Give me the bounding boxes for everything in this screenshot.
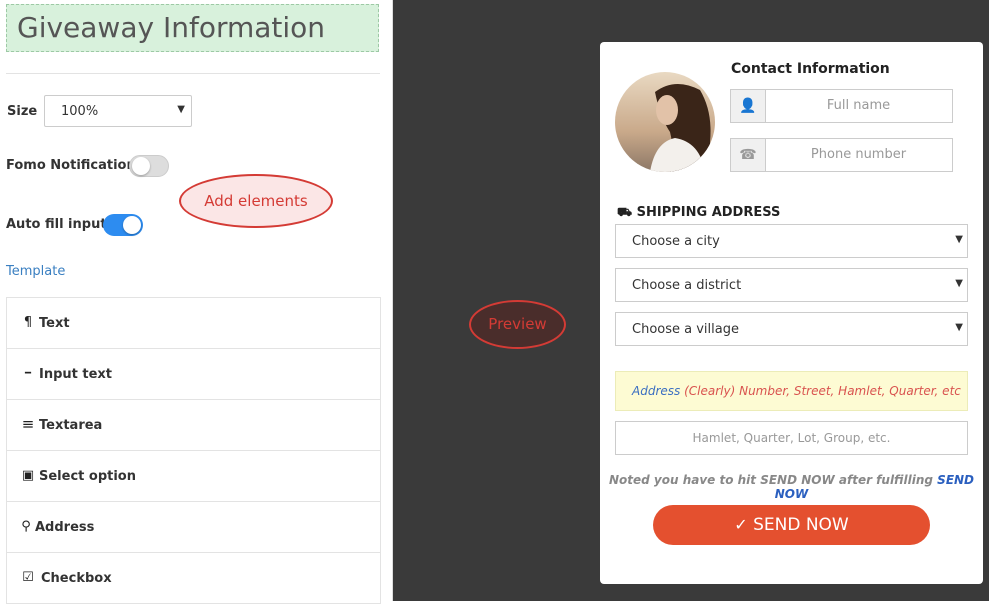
user-icon: 👤	[731, 90, 766, 122]
fullname-field[interactable]: 👤 Full name	[730, 89, 953, 123]
chevron-down-icon: ▼	[955, 234, 963, 245]
phone-field[interactable]: ☎ Phone number	[730, 138, 953, 172]
editor-panel: Giveaway Information Size 100% ▼ Fomo No…	[0, 0, 393, 604]
chevron-down-icon: ▼	[955, 322, 963, 333]
form-title-box[interactable]: Giveaway Information	[6, 4, 379, 52]
element-item-text[interactable]: ¶ Text	[7, 298, 380, 349]
annotation-text: Add elements	[204, 192, 308, 210]
dropdown-box-icon: ▣	[21, 468, 35, 483]
send-note-text: Noted you have to hit SEND NOW after ful…	[608, 473, 933, 487]
template-link[interactable]: Template	[6, 264, 65, 279]
phone-placeholder: Phone number	[810, 147, 907, 162]
divider	[6, 73, 380, 74]
size-label: Size	[7, 104, 38, 119]
address-placeholder: Hamlet, Quarter, Lot, Group, etc.	[692, 431, 891, 445]
size-value: 100%	[61, 104, 99, 119]
form-title: Giveaway Information	[17, 11, 326, 44]
align-left-icon: ≡	[21, 415, 35, 433]
toggle-knob	[132, 157, 150, 175]
village-value: Choose a village	[632, 322, 739, 337]
contact-title: Contact Information	[731, 61, 890, 77]
element-item-textarea[interactable]: ≡ Textarea	[7, 400, 380, 451]
send-now-label: SEND NOW	[753, 515, 849, 535]
send-note: Noted you have to hit SEND NOW after ful…	[600, 473, 983, 501]
element-item-address[interactable]: ⚲ Address	[7, 502, 380, 553]
preview-annotation: Preview	[469, 300, 566, 349]
chevron-down-icon: ▼	[177, 104, 185, 115]
check-icon: ✓	[734, 515, 748, 534]
fomo-toggle[interactable]	[129, 155, 169, 177]
annotation-text: Preview	[488, 315, 547, 333]
element-label: Input text	[39, 367, 113, 382]
fomo-label: Fomo Notification	[6, 158, 136, 173]
district-select[interactable]: Choose a district ▼	[615, 268, 968, 302]
district-value: Choose a district	[632, 278, 742, 293]
address-hint-text: (Clearly) Number, Street, Hamlet, Quarte…	[684, 384, 961, 398]
minus-icon: ━	[24, 368, 32, 379]
element-label: Text	[39, 316, 70, 331]
paragraph-icon: ¶	[23, 315, 33, 330]
element-list: ¶ Text ━ Input text ≡ Textarea ▣ Select …	[6, 297, 381, 604]
element-label: Select option	[39, 469, 136, 484]
avatar	[615, 72, 715, 172]
element-label: Checkbox	[41, 571, 112, 586]
phone-icon: ☎	[731, 139, 766, 171]
add-elements-annotation: Add elements	[179, 174, 333, 228]
fullname-placeholder: Full name	[826, 98, 891, 113]
send-now-button[interactable]: ✓ SEND NOW	[653, 505, 930, 545]
truck-icon: ⛟	[617, 205, 633, 219]
toggle-knob	[123, 216, 141, 234]
element-item-checkbox[interactable]: ☑ Checkbox	[7, 553, 380, 604]
city-value: Choose a city	[632, 234, 720, 249]
autofill-toggle[interactable]	[103, 214, 143, 236]
address-hint: Address (Clearly) Number, Street, Hamlet…	[632, 384, 961, 398]
checkbox-icon: ☑	[22, 570, 34, 585]
autofill-label: Auto fill input	[6, 217, 107, 232]
size-select[interactable]: 100% ▼	[44, 95, 192, 127]
element-item-input-text[interactable]: ━ Input text	[7, 349, 380, 400]
village-select[interactable]: Choose a village ▼	[615, 312, 968, 346]
element-label: Address	[35, 520, 95, 535]
shipping-title-text: SHIPPING ADDRESS	[636, 205, 781, 220]
address-input[interactable]: Hamlet, Quarter, Lot, Group, etc.	[615, 421, 968, 455]
shipping-title: ⛟ SHIPPING ADDRESS	[617, 205, 780, 221]
address-hint-box: Address (Clearly) Number, Street, Hamlet…	[615, 371, 968, 411]
address-label: Address	[632, 384, 681, 398]
element-label: Textarea	[39, 418, 103, 433]
city-select[interactable]: Choose a city ▼	[615, 224, 968, 258]
element-item-select-option[interactable]: ▣ Select option	[7, 451, 380, 502]
chevron-down-icon: ▼	[955, 278, 963, 289]
map-pin-icon: ⚲	[21, 519, 31, 534]
